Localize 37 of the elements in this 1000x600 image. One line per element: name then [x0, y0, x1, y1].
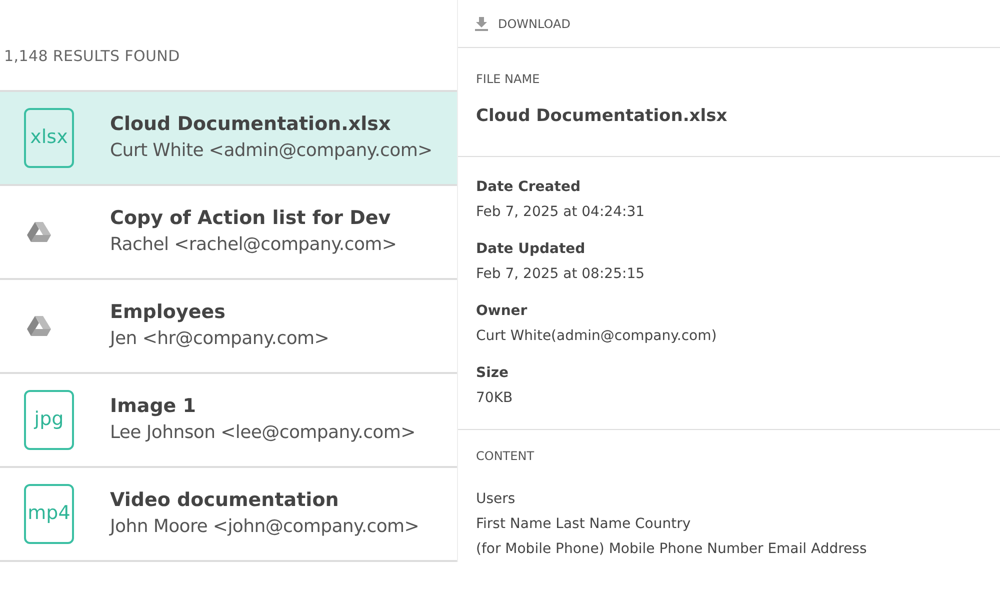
file-title: Copy of Action list for Dev [110, 206, 392, 231]
file-owner: Lee Johnson <lee@company.com> [110, 421, 416, 446]
file-owner: Jen <hr@company.com> [110, 327, 330, 352]
triangle-logo-icon [26, 315, 52, 338]
file-title: Cloud Documentation.xlsx [110, 112, 392, 137]
section-label: CONTENT [476, 448, 536, 464]
field-value: Feb 7, 2025 at 08:25:15 [476, 264, 646, 284]
result-item[interactable]: mp4 Video documentation John Moore <john@company.com> [0, 468, 457, 562]
file-title: Video documentation [110, 488, 340, 513]
field-label: Size [476, 364, 510, 382]
result-item[interactable]: xlsx Cloud Documentation.xlsx Curt White <admin@company.com> [0, 92, 457, 186]
download-icon [475, 16, 488, 30]
file-title: Employees [110, 300, 226, 325]
file-title: Image 1 [110, 394, 198, 419]
download-button[interactable]: DOWNLOAD [475, 14, 570, 32]
file-owner: John Moore <john@company.com> [110, 515, 420, 540]
field-value: 70KB [476, 388, 514, 408]
field-label: Date Updated [476, 240, 586, 258]
field-label: Date Created [476, 178, 582, 196]
result-item[interactable]: jpg Image 1 Lee Johnson <lee@company.com> [0, 374, 457, 468]
file-owner: Curt White <admin@company.com> [110, 139, 432, 164]
content-line: (for Mobile Phone) Mobile Phone Number Email Address [476, 540, 868, 558]
results-count: 1,148 RESULTS FOUND [3, 46, 181, 67]
field-label: Owner [476, 302, 528, 320]
file-name: Cloud Documentation.xlsx [476, 105, 728, 128]
file-type-badge: jpg [24, 390, 74, 450]
field-value: Curt White(admin@company.com) [476, 326, 718, 346]
result-item[interactable]: Employees Jen <hr@company.com> [0, 280, 457, 374]
result-item[interactable]: Copy of Action list for Dev Rachel <rachel@company.com> [0, 186, 457, 280]
content-line: Users [476, 490, 516, 508]
file-type-badge: mp4 [24, 484, 74, 544]
file-owner: Rachel <rachel@company.com> [110, 233, 397, 258]
triangle-logo-icon [26, 221, 52, 244]
content-line: First Name Last Name Country [476, 514, 692, 534]
file-type-badge: xlsx [24, 108, 74, 168]
section-label: FILE NAME [476, 71, 541, 88]
field-value: Feb 7, 2025 at 04:24:31 [476, 202, 646, 222]
